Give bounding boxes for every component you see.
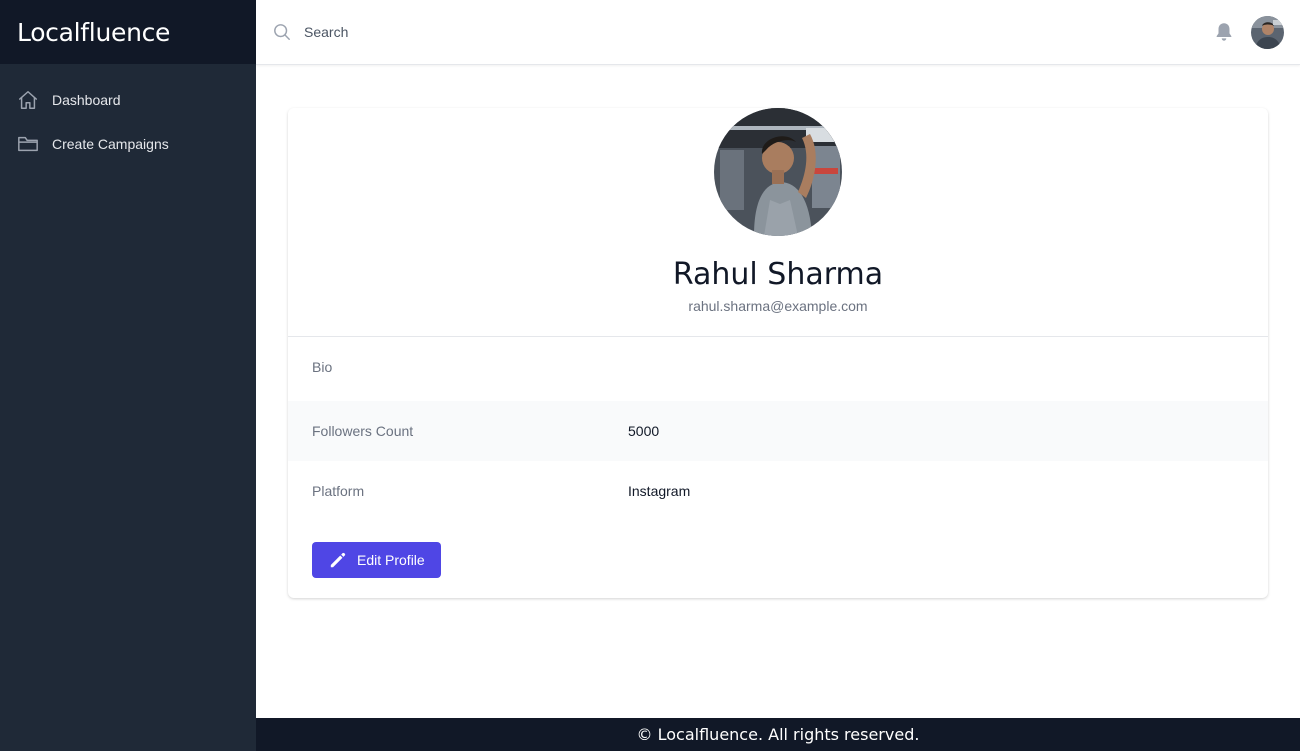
- pencil-icon: [329, 551, 347, 569]
- profile-photo: [714, 108, 842, 236]
- sidebar-item-label: Dashboard: [52, 92, 121, 108]
- app-logo-text[interactable]: Localfluence: [17, 18, 170, 47]
- brand-header: Localfluence: [0, 0, 256, 64]
- detail-row-followers: Followers Count 5000: [288, 401, 1268, 461]
- field-label: Platform: [312, 483, 365, 499]
- search-icon: [273, 23, 291, 41]
- field-label: Followers Count: [312, 423, 414, 439]
- edit-profile-label: Edit Profile: [357, 552, 425, 568]
- bell-icon[interactable]: [1213, 21, 1235, 43]
- field-value: Instagram: [628, 483, 691, 499]
- field-value: 5000: [628, 423, 660, 439]
- sidebar: Localfluence Dashboard Create Campaigns: [0, 0, 256, 751]
- home-icon: [16, 88, 40, 112]
- detail-row-platform: Platform Instagram: [288, 461, 1268, 521]
- edit-profile-button[interactable]: Edit Profile: [312, 542, 441, 578]
- top-bar: [256, 0, 1300, 65]
- search-input[interactable]: [304, 20, 904, 44]
- profile-email: rahul.sharma@example.com: [688, 298, 868, 314]
- sidebar-item-create-campaigns[interactable]: Create Campaigns: [0, 122, 256, 166]
- profile-name: Rahul Sharma: [672, 257, 884, 292]
- detail-row-bio: Bio: [288, 337, 1268, 397]
- user-avatar[interactable]: [1251, 16, 1284, 49]
- field-label: Bio: [312, 359, 333, 375]
- footer-text: © Localfluence. All rights reserved.: [636, 725, 920, 744]
- profile-card: Rahul Sharma rahul.sharma@example.com Bi…: [288, 108, 1268, 598]
- folder-icon: [16, 132, 40, 156]
- sidebar-item-dashboard[interactable]: Dashboard: [0, 78, 256, 122]
- sidebar-nav: Dashboard Create Campaigns: [0, 64, 256, 166]
- sidebar-item-label: Create Campaigns: [52, 136, 169, 152]
- footer: © Localfluence. All rights reserved.: [256, 718, 1300, 751]
